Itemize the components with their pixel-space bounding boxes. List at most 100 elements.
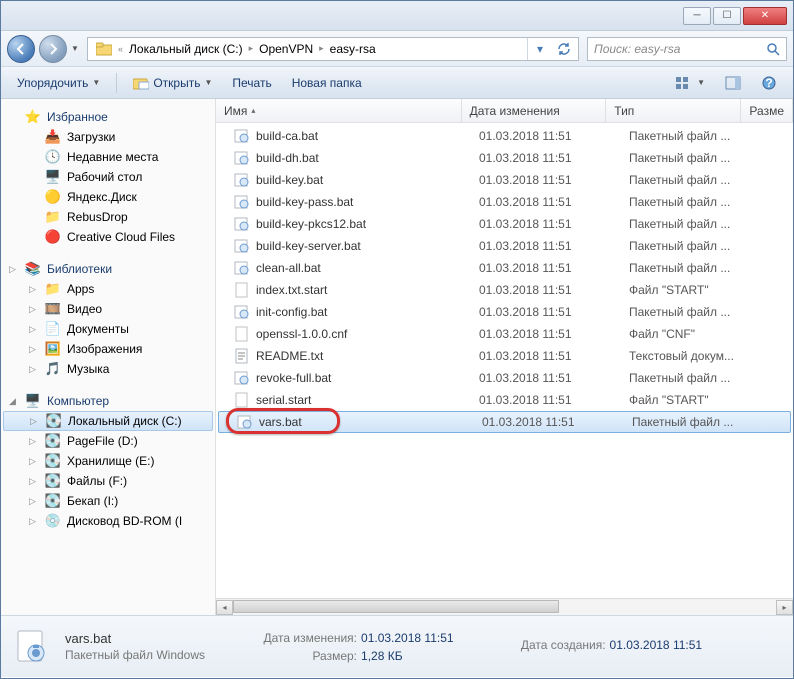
sidebar-drive-item[interactable]: ▷💽Файлы (F:) <box>1 471 215 491</box>
sidebar-drive-item[interactable]: ▷💽Хранилище (E:) <box>1 451 215 471</box>
item-icon: 📁 <box>45 281 61 297</box>
minimize-button[interactable]: ─ <box>683 7 711 25</box>
column-name[interactable]: Имя▴ <box>216 99 462 122</box>
column-date[interactable]: Дата изменения <box>462 99 607 122</box>
item-icon: 🎵 <box>45 361 61 377</box>
drive-icon: 💽 <box>46 413 62 429</box>
breadcrumb-seg-2[interactable]: OpenVPN <box>253 38 319 60</box>
search-input[interactable]: Поиск: easy-rsa <box>587 37 787 61</box>
file-icon <box>237 414 253 430</box>
sidebar-favorite-item[interactable]: 📥Загрузки <box>1 127 215 147</box>
libraries-group[interactable]: ▷📚Библиотеки <box>1 259 215 279</box>
star-icon: ⭐ <box>25 109 41 125</box>
details-pane: vars.bat Пакетный файл Windows Дата изме… <box>1 615 793 677</box>
file-icon <box>234 348 250 364</box>
item-icon: 🖼️ <box>45 341 61 357</box>
sidebar-library-item[interactable]: ▷📄Документы <box>1 319 215 339</box>
sidebar-drive-item[interactable]: ▷💿Дисковод BD-ROM (I <box>1 511 215 531</box>
favorites-group[interactable]: ⭐Избранное <box>1 107 215 127</box>
file-row[interactable]: serial.start01.03.2018 11:51Файл "START" <box>216 389 793 411</box>
address-bar[interactable]: « Локальный диск (C:) ▸ OpenVPN ▸ easy-r… <box>87 37 579 61</box>
item-icon: 🔴 <box>45 229 61 245</box>
navigation-pane[interactable]: ⭐Избранное 📥Загрузки🕓Недавние места🖥️Раб… <box>1 99 216 615</box>
search-icon <box>766 42 780 56</box>
file-row[interactable]: index.txt.start01.03.2018 11:51Файл "STA… <box>216 279 793 301</box>
close-button[interactable]: ✕ <box>743 7 787 25</box>
sidebar-favorite-item[interactable]: 🖥️Рабочий стол <box>1 167 215 187</box>
maximize-button[interactable]: ☐ <box>713 7 741 25</box>
item-icon: 🖥️ <box>45 169 61 185</box>
breadcrumb-seg-1[interactable]: Локальный диск (C:) <box>123 38 249 60</box>
help-button[interactable]: ? <box>753 70 785 96</box>
file-row[interactable]: build-key-pkcs12.bat01.03.2018 11:51Паке… <box>216 213 793 235</box>
scroll-left-button[interactable]: ◂ <box>216 600 233 615</box>
sidebar-drive-item[interactable]: ▷💽PageFile (D:) <box>1 431 215 451</box>
scroll-thumb[interactable] <box>233 600 559 613</box>
print-button[interactable]: Печать <box>224 70 279 96</box>
file-list[interactable]: build-ca.bat01.03.2018 11:51Пакетный фай… <box>216 123 793 598</box>
file-row[interactable]: build-ca.bat01.03.2018 11:51Пакетный фай… <box>216 125 793 147</box>
file-row[interactable]: build-key-server.bat01.03.2018 11:51Паке… <box>216 235 793 257</box>
libraries-icon: 📚 <box>25 261 41 277</box>
file-icon <box>234 282 250 298</box>
scroll-right-button[interactable]: ▸ <box>776 600 793 615</box>
sidebar-favorite-item[interactable]: 🕓Недавние места <box>1 147 215 167</box>
item-icon: 📥 <box>45 129 61 145</box>
nav-forward-button[interactable] <box>39 35 67 63</box>
file-icon <box>234 172 250 188</box>
item-icon: 🎞️ <box>45 301 61 317</box>
file-icon <box>234 194 250 210</box>
file-icon <box>234 326 250 342</box>
file-row[interactable]: init-config.bat01.03.2018 11:51Пакетный … <box>216 301 793 323</box>
file-list-pane: Имя▴ Дата изменения Тип Разме build-ca.b… <box>216 99 793 615</box>
file-row[interactable]: revoke-full.bat01.03.2018 11:51Пакетный … <box>216 367 793 389</box>
file-row[interactable]: clean-all.bat01.03.2018 11:51Пакетный фа… <box>216 257 793 279</box>
item-icon: 📁 <box>45 209 61 225</box>
drive-icon: 💽 <box>45 473 61 489</box>
column-headers: Имя▴ Дата изменения Тип Разме <box>216 99 793 123</box>
file-row[interactable]: build-key-pass.bat01.03.2018 11:51Пакетн… <box>216 191 793 213</box>
file-icon <box>234 370 250 386</box>
sidebar-drive-item[interactable]: ▷💽Локальный диск (C:) <box>3 411 213 431</box>
drive-icon: 💽 <box>45 453 61 469</box>
view-options-button[interactable]: ▼ <box>667 70 713 96</box>
organize-button[interactable]: Упорядочить ▼ <box>9 70 108 96</box>
drive-icon: 💽 <box>45 493 61 509</box>
sidebar-drive-item[interactable]: ▷💽Бекап (I:) <box>1 491 215 511</box>
file-icon <box>234 392 250 408</box>
sidebar-library-item[interactable]: ▷🎞️Видео <box>1 299 215 319</box>
computer-icon: 🖥️ <box>25 393 41 409</box>
file-icon <box>234 128 250 144</box>
breadcrumb-seg-3[interactable]: easy-rsa <box>324 38 382 60</box>
item-icon: 🕓 <box>45 149 61 165</box>
titlebar[interactable]: ─ ☐ ✕ <box>1 1 793 31</box>
nav-back-button[interactable] <box>7 35 35 63</box>
file-row[interactable]: build-key.bat01.03.2018 11:51Пакетный фа… <box>216 169 793 191</box>
sidebar-favorite-item[interactable]: 📁RebusDrop <box>1 207 215 227</box>
sidebar-favorite-item[interactable]: 🔴Creative Cloud Files <box>1 227 215 247</box>
refresh-button[interactable] <box>552 38 576 60</box>
column-type[interactable]: Тип <box>606 99 741 122</box>
sidebar-library-item[interactable]: ▷🖼️Изображения <box>1 339 215 359</box>
sidebar-favorite-item[interactable]: 🟡Яндекс.Диск <box>1 187 215 207</box>
file-icon <box>234 216 250 232</box>
file-row[interactable]: README.txt01.03.2018 11:51Текстовый доку… <box>216 345 793 367</box>
status-filetype: Пакетный файл Windows <box>65 648 205 662</box>
file-row[interactable]: vars.bat01.03.2018 11:51Пакетный файл ..… <box>218 411 791 433</box>
file-row[interactable]: build-dh.bat01.03.2018 11:51Пакетный фай… <box>216 147 793 169</box>
file-icon <box>234 150 250 166</box>
preview-pane-button[interactable] <box>717 70 749 96</box>
sidebar-library-item[interactable]: ▷📁Apps <box>1 279 215 299</box>
new-folder-button[interactable]: Новая папка <box>284 70 370 96</box>
open-button[interactable]: Открыть ▼ <box>125 70 220 96</box>
column-size[interactable]: Разме <box>741 99 793 122</box>
address-dropdown-button[interactable]: ▾ <box>528 38 552 60</box>
horizontal-scrollbar[interactable]: ◂ ▸ <box>216 598 793 615</box>
sidebar-library-item[interactable]: ▷🎵Музыка <box>1 359 215 379</box>
nav-history-dropdown[interactable]: ▼ <box>71 44 83 53</box>
computer-group[interactable]: ◢🖥️Компьютер <box>1 391 215 411</box>
file-row[interactable]: openssl-1.0.0.cnf01.03.2018 11:51Файл "C… <box>216 323 793 345</box>
folder-icon <box>96 42 112 56</box>
status-filename: vars.bat <box>65 631 205 646</box>
file-type-icon <box>11 626 53 668</box>
